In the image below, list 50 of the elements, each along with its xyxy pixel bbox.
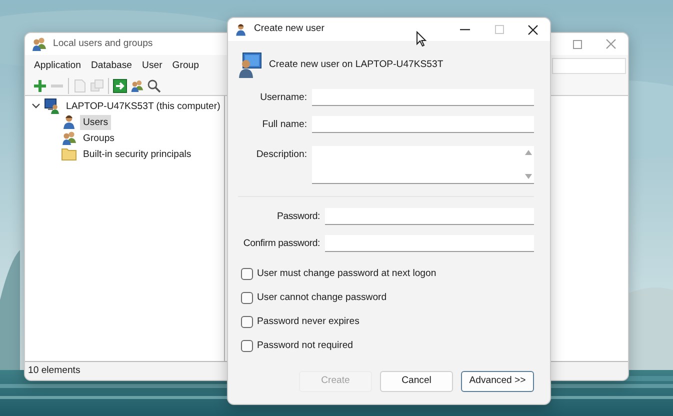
user-icon [61, 114, 77, 130]
search-field[interactable] [552, 58, 626, 74]
tree-item[interactable]: Groups [80, 130, 118, 146]
menu-item[interactable]: User [137, 58, 168, 74]
field-label: Description: [255, 148, 308, 162]
user-icon [234, 22, 248, 36]
users-icon[interactable] [130, 78, 144, 92]
checkbox[interactable] [241, 340, 253, 352]
maximize-icon[interactable] [494, 25, 504, 34]
advanced-button[interactable]: Advanced >> [461, 371, 534, 392]
field-label: Confirm password: [242, 237, 321, 251]
checkbox-label: User must change password at next logon [257, 266, 436, 281]
checkbox[interactable] [241, 316, 253, 328]
arrow-icon[interactable] [113, 78, 127, 92]
password-field[interactable] [325, 208, 534, 225]
menu-item[interactable]: Group [167, 58, 204, 74]
computer-icon [44, 98, 60, 114]
tree-item[interactable]: Built-in security principals [80, 146, 194, 162]
checkbox[interactable] [241, 292, 253, 304]
password-field[interactable] [325, 235, 534, 252]
tree-item[interactable]: Users [80, 114, 112, 130]
chevron-icon[interactable] [31, 101, 41, 111]
checkbox-label: Password not required [257, 338, 353, 353]
checkbox[interactable] [241, 268, 253, 280]
folder-icon [61, 146, 77, 162]
cancel-button[interactable]: Cancel [380, 371, 453, 392]
scroll-down-icon[interactable] [524, 174, 532, 179]
window-title: Local users and groups [53, 36, 153, 51]
group-icon [61, 130, 77, 146]
text-field[interactable] [312, 116, 534, 133]
close-icon[interactable] [528, 24, 538, 34]
text-field[interactable] [312, 89, 534, 106]
add-icon[interactable] [33, 78, 47, 92]
field-label: Full name: [261, 118, 308, 132]
dialog-heading: Create new user on LAPTOP-U47KS53T [269, 58, 444, 72]
window-title: Create new user [254, 22, 324, 36]
app-icon [31, 36, 47, 52]
checkbox-label: Password never expires [257, 314, 360, 329]
field-label: Username: [259, 91, 308, 105]
description-field[interactable] [312, 146, 534, 184]
menu-item[interactable]: Application [29, 58, 86, 74]
search-icon[interactable] [147, 78, 161, 92]
maximize-icon[interactable] [572, 40, 582, 48]
field-label: Password: [276, 210, 321, 224]
tree-item[interactable]: LAPTOP-U47KS53T (this computer) [63, 98, 224, 114]
checkbox-label: User cannot change password [257, 290, 387, 305]
status-text: 10 elements [28, 364, 80, 378]
scroll-up-icon[interactable] [524, 150, 532, 155]
user-computer-icon [238, 52, 263, 78]
menu-item[interactable]: Database [86, 58, 138, 74]
